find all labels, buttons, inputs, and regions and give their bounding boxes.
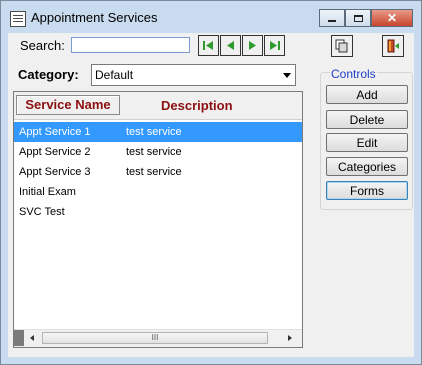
service-name-cell: Appt Service 1 [19,126,91,138]
search-input[interactable] [71,37,190,53]
exit-button[interactable] [382,35,404,57]
forms-button[interactable]: Forms [326,181,408,200]
column-header-service-name[interactable]: Service Name [16,95,120,115]
horizontal-scrollbar[interactable]: III [14,329,302,347]
list-item[interactable]: Appt Service 3 test service [14,162,302,182]
appointment-services-window: Appointment Services ✕ Search: Category:… [0,0,422,365]
minimize-icon [328,20,336,22]
maximize-icon [353,14,363,22]
service-name-cell: Appt Service 2 [19,146,91,158]
chevron-down-icon [283,73,291,78]
window-title: Appointment Services [31,10,158,25]
description-cell: test service [126,166,182,178]
last-record-icon [270,41,280,50]
window-controls: ✕ [319,9,413,27]
search-label: Search: [20,38,65,53]
app-list-icon [10,11,26,27]
list-header: Service Name Description [14,92,302,120]
last-record-button[interactable] [264,35,285,56]
category-dropdown[interactable]: Default [91,64,296,86]
scroll-right-icon[interactable] [288,335,292,341]
scroll-left-icon[interactable] [30,335,34,341]
add-button[interactable]: Add [326,85,408,104]
first-record-button[interactable] [198,35,219,56]
scrollbar-thumb[interactable]: III [42,332,268,344]
scrollbar-edge [14,330,24,346]
list-item[interactable]: Appt Service 2 test service [14,142,302,162]
minimize-button[interactable] [319,9,345,27]
controls-group-title: Controls [330,67,377,81]
previous-record-icon [227,41,234,50]
delete-button[interactable]: Delete [326,110,408,129]
service-name-cell: SVC Test [19,206,65,218]
exit-door-icon [387,39,399,53]
column-header-description[interactable]: Description [161,98,233,113]
list-item[interactable]: SVC Test [14,202,302,222]
list-item[interactable]: Initial Exam [14,182,302,202]
previous-record-button[interactable] [220,35,241,56]
list-item[interactable]: Appt Service 1 test service [14,122,302,142]
description-cell: test service [126,146,182,158]
record-navigation [198,35,286,56]
copy-icon [335,39,348,53]
service-name-cell: Appt Service 3 [19,166,91,178]
client-area: Search: Category: Default Service Name D… [8,33,414,357]
edit-button[interactable]: Edit [326,133,408,152]
next-record-icon [249,41,256,50]
maximize-button[interactable] [345,9,371,27]
description-cell: test service [126,126,182,138]
next-record-button[interactable] [242,35,263,56]
services-list: Service Name Description Appt Service 1 … [13,91,303,348]
list-rows: Appt Service 1 test service Appt Service… [14,122,302,222]
category-label: Category: [18,67,79,82]
service-name-cell: Initial Exam [19,186,76,198]
close-icon: ✕ [386,11,398,25]
first-record-icon [203,41,213,50]
category-selected-value: Default [95,68,134,82]
categories-button[interactable]: Categories [326,157,408,176]
title-bar[interactable]: Appointment Services ✕ [1,1,421,33]
close-button[interactable]: ✕ [371,9,413,27]
copy-button[interactable] [331,35,353,57]
